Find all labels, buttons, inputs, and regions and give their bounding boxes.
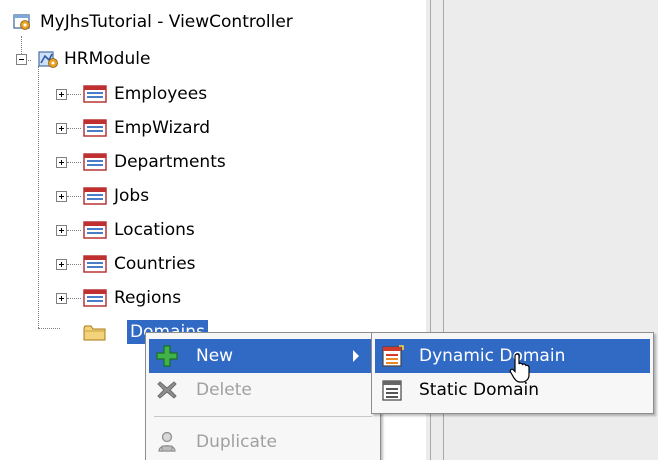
- table-icon: [83, 187, 107, 205]
- table-icon: [83, 255, 107, 273]
- module-icon: [38, 51, 58, 68]
- tree-label: Locations: [114, 220, 195, 240]
- tree-label: EmpWizard: [114, 118, 211, 138]
- tree-label-module: HRModule: [64, 49, 151, 69]
- submenu-item-label: Dynamic Domain: [419, 346, 566, 366]
- table-icon: [83, 289, 107, 307]
- tree-node-project[interactable]: MyJhsTutorial - ViewController: [12, 10, 296, 34]
- tree-node-employees[interactable]: Employees: [56, 82, 210, 106]
- tree-node-departments[interactable]: Departments: [56, 150, 229, 174]
- menu-item-delete[interactable]: Delete: [149, 373, 377, 407]
- tree-label: Jobs: [114, 186, 150, 206]
- mouse-cursor-icon: [509, 353, 530, 383]
- expand-icon[interactable]: [56, 191, 67, 202]
- delete-icon: [157, 381, 177, 399]
- static-domain-icon: [382, 380, 402, 401]
- tree-connector: [38, 66, 39, 328]
- tree-connector: [67, 230, 81, 231]
- expand-icon[interactable]: [56, 89, 67, 100]
- tree-label: Regions: [114, 288, 182, 308]
- project-icon: [13, 14, 30, 30]
- menu-item-duplicate[interactable]: Duplicate: [149, 425, 377, 459]
- menu-item-label: Delete: [196, 380, 252, 400]
- application-window: MyJhsTutorial - ViewController HRModule: [0, 0, 658, 460]
- tree-label: Departments: [114, 152, 226, 172]
- context-menu[interactable]: New Delete Duplicate: [145, 332, 381, 460]
- expand-icon[interactable]: [56, 225, 67, 236]
- table-icon: [83, 85, 107, 103]
- tree-connector: [67, 94, 81, 95]
- tree-connector: [67, 298, 81, 299]
- menu-item-new[interactable]: New: [149, 339, 377, 373]
- tree-connector: [67, 162, 81, 163]
- tree-node-empwizard[interactable]: EmpWizard: [56, 116, 213, 140]
- menu-separator: [154, 416, 372, 417]
- tree-node-module[interactable]: HRModule: [16, 47, 153, 71]
- tree-connector: [67, 128, 81, 129]
- table-icon: [83, 119, 107, 137]
- tree-label-project: MyJhsTutorial - ViewController: [40, 12, 293, 32]
- dynamic-domain-icon: [382, 345, 404, 367]
- tree-label: Countries: [114, 254, 196, 274]
- tree-node-countries[interactable]: Countries: [56, 252, 199, 276]
- collapse-icon[interactable]: [16, 54, 27, 65]
- expand-icon[interactable]: [56, 157, 67, 168]
- tree-connector: [67, 196, 81, 197]
- add-icon: [156, 345, 178, 367]
- expand-icon[interactable]: [56, 123, 67, 134]
- menu-item-label: Duplicate: [196, 432, 277, 452]
- tree-node-jobs[interactable]: Jobs: [56, 184, 152, 208]
- menu-item-label: New: [196, 346, 234, 366]
- table-icon: [83, 153, 107, 171]
- expand-icon[interactable]: [56, 293, 67, 304]
- tree-connector: [67, 264, 81, 265]
- folder-icon: [83, 325, 106, 341]
- table-icon: [83, 221, 107, 239]
- submenu-arrow-icon: [353, 350, 359, 362]
- expand-icon[interactable]: [56, 259, 67, 270]
- tree-node-locations[interactable]: Locations: [56, 218, 198, 242]
- duplicate-icon: [158, 431, 176, 452]
- tree-label: Employees: [114, 84, 208, 104]
- tree-node-regions[interactable]: Regions: [56, 286, 184, 310]
